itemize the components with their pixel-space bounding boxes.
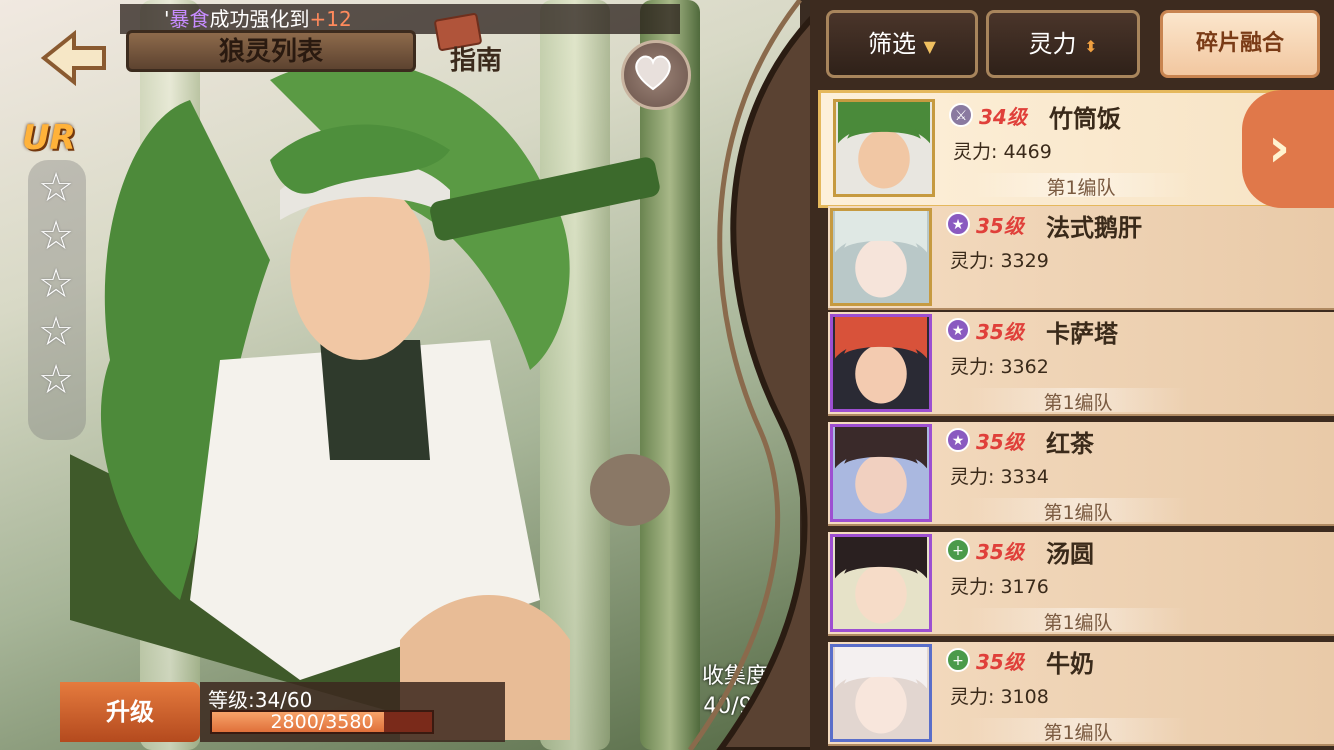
star-icon: ☆ <box>38 309 74 355</box>
toast-item-name: 暴食 <box>169 7 210 31</box>
character-portrait-icon <box>835 211 927 298</box>
team-label: 第1编队 <box>968 718 1188 744</box>
element-type-icon: + <box>946 648 970 672</box>
selected-indicator[interactable]: › <box>1242 90 1334 208</box>
character-list-item[interactable]: ★ 35级 红茶灵力: 3334 第1编队 <box>828 422 1334 526</box>
toast-text: 成功强化到 <box>209 7 310 31</box>
star-icon: ☆ <box>38 261 74 307</box>
character-name: 牛奶 <box>1046 650 1094 678</box>
character-name: 法式鹅肝 <box>1046 214 1142 242</box>
character-power: 灵力: 3329 <box>950 250 1049 272</box>
page-title: 狼灵列表 <box>126 30 416 72</box>
character-list-item[interactable]: +35级 牛奶灵力: 3108 第1编队 <box>828 642 1334 746</box>
dropdown-triangle-icon: ▼ <box>923 37 936 56</box>
character-power: 灵力: 3334 <box>950 466 1049 488</box>
filter-label: 筛选 <box>868 30 917 58</box>
character-level: 35级 <box>976 540 1024 564</box>
heart-icon <box>635 55 671 91</box>
character-portrait-icon <box>835 537 927 624</box>
chevron-right-icon: › <box>1268 116 1291 179</box>
character-power: 灵力: 3176 <box>950 576 1049 598</box>
character-list-item[interactable]: ★ 35级 法式鹅肝灵力: 3329 <box>828 206 1334 310</box>
star-rating: ☆ ☆ ☆ ☆ ☆ <box>28 160 86 440</box>
fragment-fusion-button[interactable]: 碎片融合 <box>1160 10 1320 78</box>
character-name: 卡萨塔 <box>1046 320 1118 348</box>
exp-progress-text: 2800/3580 <box>270 711 374 733</box>
character-avatar <box>830 314 932 412</box>
character-level: 35级 <box>976 214 1024 238</box>
rarity-badge: UR <box>22 118 76 158</box>
character-level: 35级 <box>976 430 1024 454</box>
team-label: 第1编队 <box>971 173 1191 199</box>
team-label: 第1编队 <box>968 498 1188 524</box>
sort-label: 灵力 <box>1028 30 1077 58</box>
character-level: 34级 <box>979 105 1027 129</box>
element-type-icon: ★ <box>946 318 970 342</box>
level-text: 等级:34/60 <box>208 688 313 712</box>
character-power: 灵力: 3108 <box>950 686 1049 708</box>
star-icon: ☆ <box>38 357 74 403</box>
character-avatar <box>830 534 932 632</box>
element-type-icon: + <box>946 538 970 562</box>
character-level: 35级 <box>976 650 1024 674</box>
character-avatar <box>830 424 932 522</box>
character-portrait-icon <box>835 427 927 514</box>
guide-button[interactable]: 指南 <box>436 40 516 80</box>
character-name: 红茶 <box>1046 430 1094 458</box>
sort-button[interactable]: 灵力 ⬍ <box>986 10 1140 78</box>
back-button[interactable] <box>34 28 114 88</box>
character-illustration <box>70 60 670 740</box>
character-avatar <box>830 644 932 742</box>
star-icon: ☆ <box>38 165 74 211</box>
element-type-icon: ★ <box>946 428 970 452</box>
team-label: 第1编队 <box>968 388 1188 414</box>
character-name: 汤圆 <box>1046 540 1094 568</box>
sort-arrows-icon: ⬍ <box>1084 37 1098 56</box>
toast-plus: +12 <box>309 7 352 31</box>
character-power: 灵力: 4469 <box>953 141 1052 163</box>
character-portrait-icon <box>838 102 930 189</box>
character-level: 35级 <box>976 320 1024 344</box>
character-portrait-icon <box>835 317 927 404</box>
star-icon: ☆ <box>38 213 74 259</box>
character-name: 竹筒饭 <box>1049 105 1121 133</box>
character-list-item[interactable]: ★ 35级 卡萨塔灵力: 3362 第1编队 <box>828 312 1334 416</box>
filter-button[interactable]: 筛选 ▼ <box>826 10 978 78</box>
character-avatar <box>833 99 935 197</box>
character-portrait-icon <box>835 647 927 734</box>
back-arrow-icon <box>40 29 106 87</box>
team-label: 第1编队 <box>968 608 1188 634</box>
character-list-item[interactable]: +35级 汤圆灵力: 3176 第1编队 <box>828 532 1334 636</box>
character-power: 灵力: 3362 <box>950 356 1049 378</box>
upgrade-button[interactable]: 升级 <box>60 682 200 742</box>
element-type-icon: ⚔ <box>949 103 973 127</box>
exp-progress-bar: 2800/3580 <box>210 710 434 734</box>
element-type-icon: ★ <box>946 212 970 236</box>
character-avatar <box>830 208 932 306</box>
